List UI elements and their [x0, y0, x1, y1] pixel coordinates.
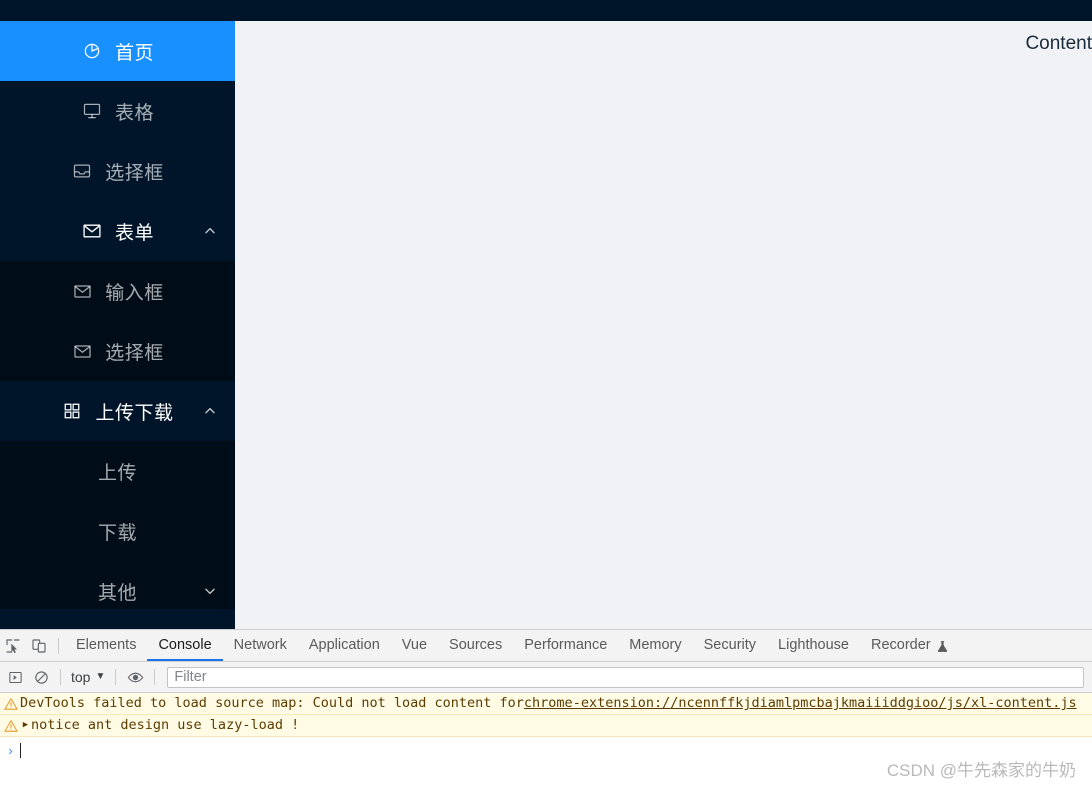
- tab-elements[interactable]: Elements: [65, 630, 147, 661]
- console-context-selector[interactable]: top ▼: [67, 669, 109, 685]
- clear-console-icon[interactable]: [28, 664, 54, 690]
- tab-security[interactable]: Security: [693, 630, 767, 661]
- mail-icon: [71, 280, 93, 302]
- sidebar-item-shurukuang[interactable]: 输入框: [0, 261, 235, 321]
- tab-recorder[interactable]: Recorder: [860, 630, 960, 661]
- sidebar-item-xiazai[interactable]: 下载: [0, 501, 235, 561]
- sidebar-footer-block: [0, 609, 235, 629]
- mail-icon: [71, 340, 93, 362]
- sidebar-item-label: 其他: [97, 582, 137, 604]
- text-cursor: [20, 742, 21, 758]
- console-message-warning[interactable]: ▶ notice ant design use lazy-load !: [0, 715, 1092, 737]
- sidebar-item-label: 选择框: [105, 342, 164, 364]
- sidebar-group-biaodan[interactable]: 表单: [0, 201, 235, 261]
- console-message-warning[interactable]: DevTools failed to load source map: Coul…: [0, 693, 1092, 715]
- warning-triangle-icon: [2, 717, 19, 734]
- tab-vue[interactable]: Vue: [391, 630, 438, 661]
- main-content-area: Content: [235, 21, 1092, 629]
- warning-triangle-icon: [2, 695, 19, 712]
- inbox-icon: [71, 160, 93, 182]
- console-filter-input[interactable]: [167, 666, 1084, 688]
- execute-sidebar-icon[interactable]: [2, 664, 28, 690]
- sidebar-group-label: 上传下载: [95, 402, 174, 424]
- chevron-up-icon[interactable]: [203, 224, 217, 238]
- console-filter-bar: top ▼: [0, 662, 1092, 693]
- prompt-arrow-icon: ›: [8, 742, 13, 758]
- toolbar-divider: [58, 637, 59, 654]
- console-message-text: notice ant design use lazy-load !: [31, 717, 300, 733]
- filterbar-divider-1: [60, 669, 61, 685]
- sidebar-item-label: 选择框: [105, 162, 164, 184]
- sidebar-item-label: 下载: [97, 522, 137, 544]
- sidebar-group-label: 表单: [114, 222, 154, 244]
- sidebar-item-shouye[interactable]: 首页: [0, 21, 235, 81]
- experiment-flask-icon: [936, 631, 949, 662]
- tab-console[interactable]: Console: [147, 630, 223, 661]
- inspect-element-icon[interactable]: [0, 633, 26, 659]
- filterbar-divider-2: [115, 669, 117, 685]
- console-message-text: DevTools failed to load source map: Coul…: [20, 695, 524, 711]
- sidebar-item-label: 表格: [114, 102, 154, 124]
- sidebar-item-biaoge[interactable]: 表格: [0, 81, 235, 141]
- sidebar-item-label: 输入框: [105, 282, 164, 304]
- tab-network[interactable]: Network: [223, 630, 298, 661]
- console-context-label: top: [71, 669, 91, 685]
- sidebar-navigation-menu[interactable]: 首页 表格 选择框 表单 输入框 选择框 上传下载 上传 下载 其他: [0, 21, 235, 629]
- live-expression-eye-icon[interactable]: [122, 664, 148, 690]
- tab-performance[interactable]: Performance: [513, 630, 618, 661]
- console-message-list: DevTools failed to load source map: Coul…: [0, 693, 1092, 763]
- application-window: 首页 表格 选择框 表单 输入框 选择框 上传下载 上传 下载 其他 Conte…: [0, 0, 1092, 629]
- desktop-icon: [81, 100, 103, 122]
- tab-lighthouse[interactable]: Lighthouse: [767, 630, 860, 661]
- sidebar-item-shangchuan[interactable]: 上传: [0, 441, 235, 501]
- chrome-devtools-panel: Elements Console Network Application Vue…: [0, 629, 1092, 793]
- chevron-down-icon[interactable]: [203, 584, 217, 598]
- pie-chart-icon: [81, 40, 103, 62]
- content-placeholder-text: Content: [1025, 33, 1092, 54]
- console-input-prompt[interactable]: ›: [0, 737, 1092, 763]
- mail-icon: [81, 220, 103, 242]
- sidebar-item-xuanzekuang[interactable]: 选择框: [0, 141, 235, 201]
- chevron-down-icon: ▼: [95, 671, 106, 682]
- devtools-tab-bar: Elements Console Network Application Vue…: [0, 630, 1092, 662]
- sidebar-item-label: 首页: [114, 42, 154, 64]
- sidebar-item-label: 上传: [97, 462, 137, 484]
- appstore-icon: [61, 400, 83, 422]
- expand-triangle-icon[interactable]: ▶: [20, 717, 31, 734]
- chevron-up-icon[interactable]: [203, 404, 217, 418]
- app-top-header-bar: [0, 0, 1092, 21]
- tab-application[interactable]: Application: [298, 630, 391, 661]
- console-message-link[interactable]: chrome-extension://ncennffkjdiamlpmcbajk…: [524, 695, 1077, 712]
- filterbar-divider-3: [154, 669, 156, 685]
- sidebar-item-xuanzekuang-sub[interactable]: 选择框: [0, 321, 235, 381]
- tab-sources[interactable]: Sources: [438, 630, 513, 661]
- tab-recorder-label: Recorder: [870, 637, 931, 653]
- sidebar-group-shangchuanxiazai[interactable]: 上传下载: [0, 381, 235, 441]
- device-toolbar-icon[interactable]: [26, 633, 52, 659]
- tab-memory[interactable]: Memory: [618, 630, 692, 661]
